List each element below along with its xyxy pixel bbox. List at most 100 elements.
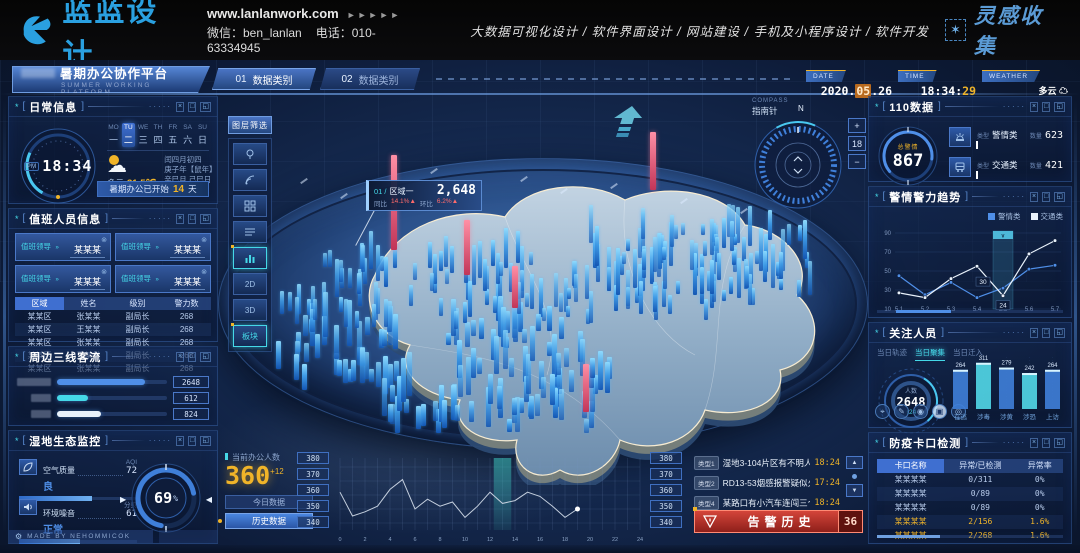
- layer-button-2d[interactable]: 2D: [233, 273, 267, 295]
- cloud-icon: ☁: [1059, 86, 1068, 96]
- website-link[interactable]: www.lanlanwork.com: [207, 6, 339, 21]
- date-year: 2020.: [821, 84, 856, 98]
- leaf-icon: [19, 459, 37, 475]
- alarm-row[interactable]: 类型2RD13-53烟感报警疑似火灾17:24: [694, 476, 840, 490]
- close-icon[interactable]: ×: [176, 352, 184, 362]
- layer-button-barchart[interactable]: [233, 247, 267, 269]
- svg-text:12: 12: [487, 537, 493, 543]
- traffic-type-row: 类型交通类数量421: [949, 155, 1063, 181]
- header-mark: *: [15, 102, 19, 112]
- close-icon[interactable]: ×: [1030, 102, 1038, 112]
- compass-dial[interactable]: [752, 119, 844, 211]
- duty-card[interactable]: 值班领导 »⊗某某某: [115, 233, 211, 261]
- date-label: DATE: [806, 70, 846, 82]
- tab-daily-track[interactable]: 当日轨迹: [877, 347, 907, 361]
- window-icon[interactable]: □: [188, 352, 196, 362]
- window-icon[interactable]: □: [1042, 192, 1050, 202]
- close-icon[interactable]: ×: [176, 214, 184, 224]
- weekday-cell: TU二: [122, 123, 135, 147]
- alarm-history-banner[interactable]: 告警历史 36: [694, 510, 863, 533]
- noise-label: 环境噪音: [43, 508, 75, 519]
- weekday-cell: WE三: [137, 123, 150, 147]
- zoom-out-button[interactable]: −: [848, 154, 866, 169]
- panel-title: 周边三线客流: [29, 349, 101, 365]
- close-icon[interactable]: ×: [1030, 192, 1038, 202]
- alarm-row[interactable]: 类型4某路口有小汽车连闯三个红灯18:24: [694, 496, 840, 510]
- window-icon[interactable]: □: [1042, 328, 1050, 338]
- time-label: TIME: [898, 70, 937, 82]
- weather-label: WEATHER: [982, 70, 1040, 82]
- trend-line-chart: 9070503010∨5.15.25.35.45.55.65.72430: [875, 219, 1067, 313]
- svg-text:264: 264: [1047, 363, 1058, 369]
- scroll-dot: [852, 474, 857, 479]
- checkpoint-scrollbar[interactable]: [877, 535, 1063, 538]
- svg-text:50: 50: [884, 269, 891, 275]
- svg-text:2: 2: [363, 537, 366, 543]
- expand-icon[interactable]: ◱: [1054, 192, 1065, 202]
- layer-button-grid[interactable]: [233, 195, 267, 217]
- expand-icon[interactable]: ◱: [1054, 102, 1065, 112]
- tooltip-region-name: 区域一: [390, 186, 414, 197]
- close-icon[interactable]: ×: [176, 436, 184, 446]
- duty-card[interactable]: 值班领导 »⊗某某某: [15, 265, 111, 293]
- close-icon[interactable]: ×: [1030, 328, 1038, 338]
- layer-button-block[interactable]: 板块: [233, 325, 267, 347]
- tab-daily-gather[interactable]: 当日聚集: [915, 347, 945, 361]
- scroll-down-button[interactable]: ▼: [846, 484, 863, 497]
- duty-card[interactable]: 值班领导 »⊗某某某: [115, 265, 211, 293]
- close-icon[interactable]: ×: [176, 102, 184, 112]
- mom-label: 环比: [420, 198, 433, 208]
- panel-trend-chart: *[ 警情警力趋势 ] ····· ×□◱ 警情类 交通类 9070503010…: [868, 186, 1072, 318]
- layer-button-location[interactable]: [233, 143, 267, 165]
- office-count-value: 360: [225, 461, 270, 490]
- air-quality-item: 空气质量AQI72 良: [19, 459, 137, 500]
- alarm-time: 17:24: [814, 478, 840, 488]
- tab-data-category-1[interactable]: 01 数据类别: [212, 68, 316, 90]
- trend-scrollbar[interactable]: [877, 310, 1063, 313]
- layer-button-3d[interactable]: 3D: [233, 299, 267, 321]
- zoom-in-button[interactable]: +: [848, 118, 866, 133]
- window-icon[interactable]: □: [1042, 102, 1050, 112]
- scroll-up-button[interactable]: ▲: [846, 456, 863, 469]
- inspiration-collect: ✶ 灵感收集: [945, 0, 1062, 60]
- grid-icon: [244, 200, 256, 212]
- alarm-time: 18:24: [814, 498, 840, 508]
- office-y-axis-right: 380370360350340: [650, 452, 682, 528]
- header-dots: ·····: [149, 102, 172, 111]
- alarm-row[interactable]: 类型1湿地3-104片区有不明人员闯入18:24: [694, 456, 840, 470]
- panel-title: 防疫卡口检测: [889, 435, 961, 451]
- tab-data-category-2[interactable]: 02 数据类别: [320, 68, 420, 90]
- topbar-line-decor: [436, 78, 794, 80]
- tab1-label: 数据类别: [253, 72, 293, 87]
- flow-bar-row: 824: [17, 407, 209, 421]
- record-icon[interactable]: ◉: [913, 404, 928, 419]
- layer-button-list[interactable]: [233, 221, 267, 243]
- window-icon[interactable]: □: [188, 436, 196, 446]
- alarm-type-row: 类型警情类数量623: [949, 125, 1063, 151]
- dashboard-title-plate: 暑期办公协作平台 SUMMER WORKING PLATFORM: [12, 66, 210, 93]
- region-tooltip: 01 / 区域一 2,648 同比 14.1%▲ 环比 6.2%▲: [366, 180, 482, 211]
- window-icon[interactable]: □: [188, 102, 196, 112]
- flow-bar-row: 2648: [17, 375, 209, 389]
- date-plate: DATE 2020.05.26: [806, 65, 892, 93]
- edit-icon[interactable]: ✎: [894, 404, 909, 419]
- layer-button-signal[interactable]: [233, 169, 267, 191]
- expand-icon[interactable]: ◱: [1054, 328, 1065, 338]
- alarm-scroll-control: ▲ ▼: [846, 456, 863, 497]
- next-arrow-icon[interactable]: ◀: [206, 495, 212, 504]
- target-icon[interactable]: ⌖: [875, 404, 890, 419]
- expand-icon[interactable]: ◱: [1054, 438, 1065, 448]
- window-icon[interactable]: □: [1042, 438, 1050, 448]
- window-icon[interactable]: □: [188, 214, 196, 224]
- duty-leader-cards: 值班领导 »⊗某某某 值班领导 »⊗某某某 值班领导 »⊗某某某 值班领导 »⊗…: [15, 233, 211, 293]
- panel-title: 值班人员信息: [29, 211, 101, 227]
- duty-card[interactable]: 值班领导 »⊗某某某: [15, 233, 111, 261]
- bar-chart-icon: [244, 252, 256, 264]
- expand-icon[interactable]: ◱: [200, 352, 211, 362]
- expand-icon[interactable]: ◱: [200, 436, 211, 446]
- close-icon[interactable]: ×: [1030, 438, 1038, 448]
- expand-icon[interactable]: ◱: [200, 102, 211, 112]
- map-direction-arrow-icon: [606, 106, 658, 150]
- prev-arrow-icon[interactable]: ▶: [120, 495, 126, 504]
- expand-icon[interactable]: ◱: [200, 214, 211, 224]
